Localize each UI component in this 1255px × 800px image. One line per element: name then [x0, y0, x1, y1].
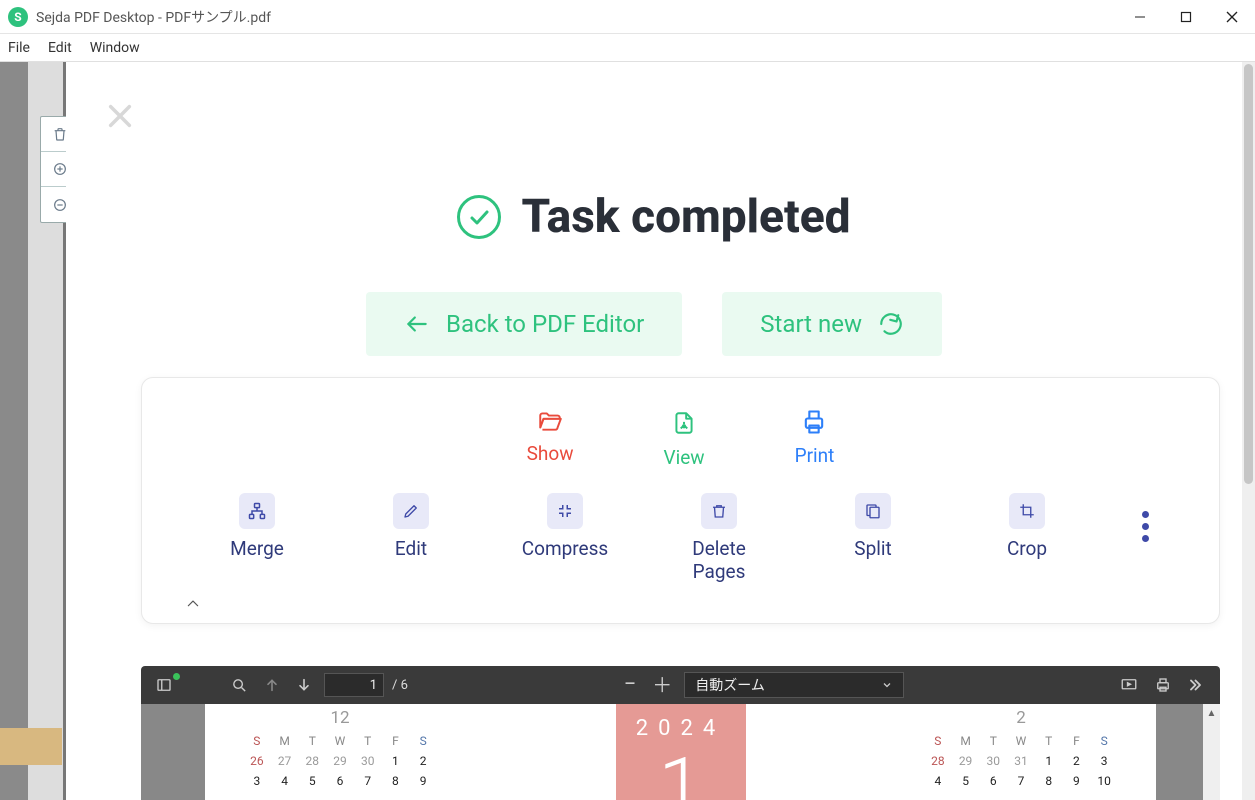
collapse-card-button[interactable]: [182, 597, 1179, 611]
more-tools-button[interactable]: [1142, 511, 1149, 542]
print-label: Print: [795, 444, 835, 467]
scrollbar-thumb[interactable]: [1244, 64, 1253, 484]
task-complete-panel: Task completed Back to PDF Editor Start …: [66, 62, 1242, 800]
split-icon: [864, 502, 882, 520]
app-icon: S: [8, 7, 28, 27]
sidebar-toggle-button[interactable]: [151, 676, 177, 694]
crop-icon: [1018, 502, 1036, 520]
menu-edit[interactable]: Edit: [48, 40, 72, 56]
merge-icon: [247, 501, 267, 521]
edit-button[interactable]: Edit: [366, 493, 456, 560]
window-close-button[interactable]: [1209, 0, 1255, 34]
menu-file[interactable]: File: [8, 40, 30, 56]
chevron-down-icon: [881, 679, 893, 691]
show-button[interactable]: Show: [527, 408, 574, 469]
mini-calendar-prev: 12 SMTWTFS2627282930123456789: [245, 704, 435, 788]
next-page-button[interactable]: [292, 677, 316, 693]
merge-button[interactable]: Merge: [212, 493, 302, 560]
pdf-page: 12 SMTWTFS2627282930123456789 2024 1 2 S…: [205, 704, 1156, 800]
calendar-hero: 2024 1: [616, 704, 746, 800]
prev-page-button[interactable]: [260, 677, 284, 693]
presentation-button[interactable]: [1116, 676, 1142, 694]
refresh-icon: [878, 311, 904, 337]
page-total-label: / 6: [392, 678, 408, 693]
window-titlebar: S Sejda PDF Desktop - PDFサンプル.pdf: [0, 0, 1255, 34]
compress-icon: [556, 502, 574, 520]
more-menu-button[interactable]: [1184, 676, 1210, 694]
view-button[interactable]: View: [664, 408, 705, 469]
trash-icon: [710, 502, 728, 520]
pdf-viewer-toolbar: / 6 − ＋ 自動ズーム: [141, 666, 1220, 704]
menu-window[interactable]: Window: [90, 40, 140, 56]
crop-button[interactable]: Crop: [982, 493, 1072, 560]
start-new-label: Start new: [760, 310, 862, 338]
background-document-fragment: [0, 728, 62, 765]
page-number-input[interactable]: [324, 673, 384, 697]
page-scrollbar[interactable]: ▲: [1203, 704, 1220, 800]
start-new-button[interactable]: Start new: [722, 292, 942, 356]
pencil-icon: [402, 502, 420, 520]
show-label: Show: [527, 442, 574, 465]
window-minimize-button[interactable]: [1117, 0, 1163, 34]
hero-title: Task completed: [521, 190, 850, 244]
tools-card: Show View Print Merge Edit: [141, 377, 1220, 624]
check-icon: [457, 195, 501, 239]
window-maximize-button[interactable]: [1163, 0, 1209, 34]
delete-pages-label: Delete Pages: [674, 537, 764, 583]
print-button[interactable]: Print: [795, 408, 835, 469]
chevron-up-icon[interactable]: ▲: [1203, 704, 1220, 722]
merge-label: Merge: [230, 537, 284, 560]
mini-calendar-next: 2 SMTWTFS2829303112345678910: [926, 704, 1116, 788]
search-button[interactable]: [227, 677, 252, 694]
delete-pages-button[interactable]: Delete Pages: [674, 493, 764, 583]
compress-label: Compress: [522, 537, 608, 560]
pdf-page-area[interactable]: 12 SMTWTFS2627282930123456789 2024 1 2 S…: [141, 704, 1220, 800]
compress-button[interactable]: Compress: [520, 493, 610, 560]
edit-label: Edit: [395, 537, 427, 560]
folder-open-icon: [534, 408, 566, 434]
printer-icon: [799, 408, 829, 436]
split-label: Split: [854, 537, 891, 560]
back-to-editor-button[interactable]: Back to PDF Editor: [366, 292, 682, 356]
file-pdf-icon: [671, 408, 697, 438]
view-label: View: [664, 446, 705, 469]
menubar: File Edit Window: [0, 34, 1255, 62]
zoom-select[interactable]: 自動ズーム: [684, 672, 904, 698]
split-button[interactable]: Split: [828, 493, 918, 560]
arrow-left-icon: [404, 311, 430, 337]
back-to-editor-label: Back to PDF Editor: [446, 310, 644, 338]
zoom-select-label: 自動ズーム: [695, 675, 765, 695]
crop-label: Crop: [1007, 537, 1047, 560]
panel-scrollbar[interactable]: [1242, 62, 1255, 800]
window-title: Sejda PDF Desktop - PDFサンプル.pdf: [36, 7, 271, 27]
print-pdf-button[interactable]: [1150, 676, 1176, 694]
close-panel-button[interactable]: [106, 102, 134, 130]
